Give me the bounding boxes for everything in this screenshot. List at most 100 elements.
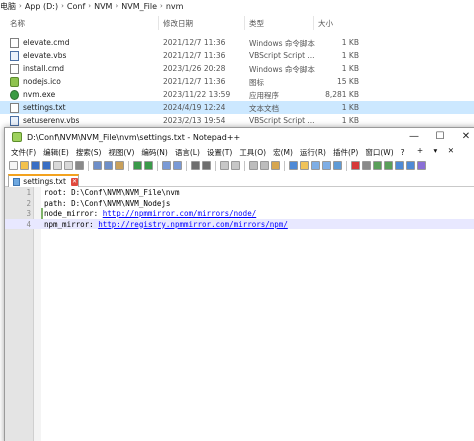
close-button[interactable]: ✕ <box>453 128 474 146</box>
file-size: 15 KB <box>337 77 359 86</box>
tab-settings-txt[interactable]: settings.txt ✕ <box>8 174 79 187</box>
minimize-button[interactable]: — <box>401 128 427 146</box>
toolbar-separator <box>157 160 158 171</box>
file-row[interactable]: elevate.cmd 2021/12/7 11:36 Windows 命令脚本 1 … <box>0 36 474 49</box>
word-wrap-icon[interactable] <box>249 161 258 170</box>
abc-icon[interactable] <box>417 161 426 170</box>
save-all-icon[interactable] <box>42 161 51 170</box>
toolbar-separator <box>128 160 129 171</box>
menu-item[interactable]: ? <box>401 148 405 157</box>
editor-line[interactable]: 1 root: D:\Conf\NVM\NVM_File\nvm <box>5 187 474 198</box>
all-chars-icon[interactable] <box>260 161 269 170</box>
column-size-header[interactable]: 大小 <box>318 18 333 29</box>
spell-icon[interactable] <box>406 161 415 170</box>
line-url-link[interactable]: http://registry.npmmirror.com/mirrors/np… <box>98 220 288 229</box>
find-icon[interactable] <box>162 161 171 170</box>
file-row[interactable]: nvm.exe 2023/11/22 13:59 应用程序 8,281 KB <box>0 88 474 101</box>
undo-icon[interactable] <box>133 161 142 170</box>
menu-item[interactable]: 编辑(E) <box>43 147 69 158</box>
vbs-file-icon <box>10 51 19 61</box>
column-divider[interactable] <box>158 16 159 30</box>
menu-item[interactable]: 插件(P) <box>333 147 358 158</box>
breadcrumb-item[interactable]: Conf <box>67 2 85 11</box>
file-row[interactable]: nodejs.ico 2021/12/7 11:36 图标 15 KB <box>0 75 474 88</box>
replace-icon[interactable] <box>173 161 182 170</box>
column-divider[interactable] <box>313 16 314 30</box>
menu-item[interactable]: 窗口(W) <box>365 147 393 158</box>
editor-line[interactable]: 2 path: D:\Conf\NVM\NVM_Nodejs <box>5 198 474 209</box>
line-url-link[interactable]: http://npmmirror.com/mirrors/node/ <box>103 209 257 218</box>
editor-line[interactable]: 4 npm_mirror: http://registry.npmmirror.c… <box>5 218 474 229</box>
menu-item[interactable]: 运行(R) <box>300 147 326 158</box>
column-name-header[interactable]: 名称 <box>10 18 25 29</box>
folder-workspace-icon[interactable] <box>300 161 309 170</box>
breadcrumb-separator-icon: › <box>160 2 163 10</box>
close-icon[interactable] <box>53 161 62 170</box>
file-row[interactable]: elevate.vbs 2021/12/7 11:36 VBScript Scrip… <box>0 49 474 62</box>
indent-guide-icon[interactable] <box>271 161 280 170</box>
function-list-icon[interactable] <box>322 161 331 170</box>
breadcrumb-separator-icon: › <box>115 2 119 10</box>
run-macro-icon[interactable] <box>384 161 393 170</box>
monitor-icon[interactable] <box>333 161 342 170</box>
open-file-icon[interactable] <box>20 161 29 170</box>
maximize-button[interactable]: ☐ <box>427 128 453 146</box>
column-type-header[interactable]: 类型 <box>249 18 264 29</box>
breadcrumb-separator-icon: › <box>61 2 64 10</box>
tab-close-icon[interactable]: ✕ <box>70 177 78 186</box>
file-list: elevate.cmd 2021/12/7 11:36 Windows 命令脚本 1 … <box>0 36 474 127</box>
cut-icon[interactable] <box>93 161 102 170</box>
menu-item[interactable]: 设置(T) <box>207 147 232 158</box>
zoom-in-icon[interactable] <box>191 161 200 170</box>
print-icon[interactable] <box>75 161 84 170</box>
file-row[interactable]: settings.txt 2024/4/19 12:24 文本文档 1 KB <box>0 101 474 114</box>
menu-item[interactable]: 文件(F) <box>11 147 36 158</box>
save-macro-icon[interactable] <box>395 161 404 170</box>
close-all-icon[interactable] <box>64 161 73 170</box>
editor-line[interactable]: 3 node_mirror: http://npmmirror.com/mirro… <box>5 208 474 219</box>
file-tab-icon <box>13 177 21 186</box>
sync-v-icon[interactable] <box>220 161 229 170</box>
file-size: 1 KB <box>341 116 359 125</box>
title-bar[interactable]: D:\Conf\NVM\NVM_File\nvm\settings.txt - … <box>5 128 474 146</box>
line-text-content: root: D:\Conf\NVM\NVM_File\nvm <box>44 188 180 197</box>
file-name: nvm.exe <box>23 90 56 99</box>
menu-item[interactable]: 语言(L) <box>175 147 200 158</box>
breadcrumb-separator-icon: › <box>88 2 92 10</box>
file-row[interactable]: setuserenv.vbs 2023/2/13 19:54 VBScript Sc… <box>0 114 474 127</box>
lang-icon[interactable] <box>289 161 298 170</box>
sync-h-icon[interactable] <box>231 161 240 170</box>
menu-item[interactable]: 工具(O) <box>239 147 266 158</box>
breadcrumb-item[interactable]: App (D:) <box>25 2 58 11</box>
doc-map-icon[interactable] <box>311 161 320 170</box>
copy-icon[interactable] <box>104 161 113 170</box>
menu-item[interactable]: 宏(M) <box>273 147 293 158</box>
line-text: root: D:\Conf\NVM\NVM_File\nvm <box>44 188 179 197</box>
breadcrumb-item[interactable]: NVM_File <box>121 2 157 11</box>
stop-macro-icon[interactable] <box>362 161 371 170</box>
file-type: 应用程序 <box>249 91 279 100</box>
save-icon[interactable] <box>31 161 40 170</box>
toolbar <box>5 159 474 172</box>
play-macro-icon[interactable] <box>373 161 382 170</box>
menu-item[interactable]: 搜索(S) <box>76 147 102 158</box>
breadcrumb-item[interactable]: NVM <box>94 2 112 11</box>
menu-right-controls[interactable]: + ▾ ✕ <box>417 146 458 155</box>
column-divider[interactable] <box>244 16 245 30</box>
file-name: setuserenv.vbs <box>23 116 80 125</box>
breadcrumb-item[interactable]: 电脑 <box>0 1 16 12</box>
toolbar-separator <box>244 160 245 171</box>
editor-area[interactable]: 1 root: D:\Conf\NVM\NVM_File\nvm 2 path: D:… <box>5 187 474 441</box>
column-date-header[interactable]: 修改日期 <box>163 18 193 29</box>
record-macro-icon[interactable] <box>351 161 360 170</box>
file-size: 8,281 KB <box>325 90 359 99</box>
file-type: 图标 <box>249 78 264 87</box>
menu-item[interactable]: 编码(N) <box>141 147 167 158</box>
paste-icon[interactable] <box>115 161 124 170</box>
file-row[interactable]: install.cmd 2023/1/26 20:28 Windows 命令脚本 1 … <box>0 62 474 75</box>
new-file-icon[interactable] <box>9 161 18 170</box>
menu-item[interactable]: 视图(V) <box>108 147 134 158</box>
redo-icon[interactable] <box>144 161 153 170</box>
zoom-out-icon[interactable] <box>202 161 211 170</box>
breadcrumb-item[interactable]: nvm <box>166 2 184 11</box>
